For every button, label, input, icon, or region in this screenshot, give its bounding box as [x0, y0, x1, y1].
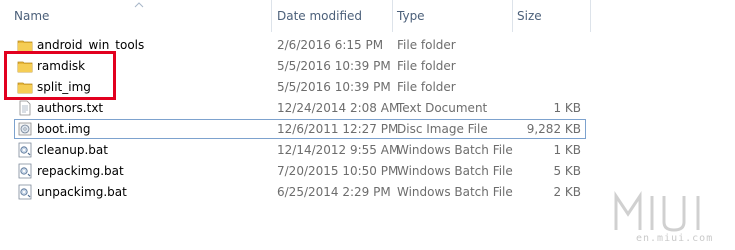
- file-row[interactable]: repackimg.bat 7/20/2015 10:50 PM Windows B…: [14, 161, 586, 181]
- file-date-modified: 5/5/2016 10:39 PM: [277, 80, 391, 94]
- file-row[interactable]: authors.txt 12/24/2014 2:08 AM Text Docume…: [14, 98, 586, 118]
- column-header-type[interactable]: Type: [395, 0, 511, 32]
- file-row[interactable]: cleanup.bat 12/14/2012 9:55 AM Windows Bat…: [14, 140, 586, 160]
- file-type: File folder: [397, 80, 456, 94]
- file-name: boot.img: [37, 122, 91, 136]
- file-type: Windows Batch File: [397, 143, 513, 157]
- file-name: unpackimg.bat: [37, 185, 127, 199]
- file-size: 1 KB: [553, 101, 581, 115]
- file-date-modified: 5/5/2016 10:39 PM: [277, 59, 391, 73]
- column-header-name[interactable]: Name: [12, 0, 270, 32]
- column-divider[interactable]: [512, 0, 513, 32]
- file-size: 1 KB: [553, 143, 581, 157]
- column-divider[interactable]: [590, 0, 591, 32]
- file-type: File folder: [397, 59, 456, 73]
- file-type: Windows Batch File: [397, 164, 513, 178]
- column-divider[interactable]: [271, 0, 272, 32]
- file-size: 5 KB: [553, 164, 581, 178]
- batch-file-icon: [17, 142, 33, 158]
- file-date-modified: 12/14/2012 9:55 AM: [277, 143, 400, 157]
- file-date-modified: 12/24/2014 2:08 AM: [277, 101, 400, 115]
- column-header-size[interactable]: Size: [515, 0, 589, 32]
- batch-file-icon: [17, 163, 33, 179]
- batch-file-icon: [17, 184, 33, 200]
- file-row[interactable]: unpackimg.bat 6/25/2014 2:29 PM Windows Ba…: [14, 182, 586, 202]
- file-size: 2 KB: [553, 185, 581, 199]
- column-divider[interactable]: [392, 0, 393, 32]
- watermark-url: en.miui.com: [636, 233, 714, 244]
- file-type: Windows Batch File: [397, 185, 513, 199]
- file-type: Text Document: [397, 101, 488, 115]
- file-row[interactable]: boot.img 12/6/2011 12:27 PM Disc Image Fil…: [14, 119, 586, 139]
- file-type: File folder: [397, 38, 456, 52]
- disc-image-icon: [17, 121, 33, 137]
- file-name: repackimg.bat: [37, 164, 124, 178]
- text-file-icon: [17, 100, 33, 116]
- file-size: 9,282 KB: [526, 122, 581, 136]
- file-date-modified: 6/25/2014 2:29 PM: [277, 185, 391, 199]
- file-name: authors.txt: [37, 101, 104, 115]
- file-name: cleanup.bat: [37, 143, 108, 157]
- column-header-date[interactable]: Date modified: [275, 0, 391, 32]
- file-date-modified: 7/20/2015 10:50 PM: [277, 164, 399, 178]
- annotation-highlight-box: [4, 51, 116, 100]
- file-date-modified: 12/6/2011 12:27 PM: [277, 122, 399, 136]
- file-date-modified: 2/6/2016 6:15 PM: [277, 38, 384, 52]
- column-header-bar: Name Date modified Type Size: [0, 0, 735, 32]
- file-type: Disc Image File: [397, 122, 488, 136]
